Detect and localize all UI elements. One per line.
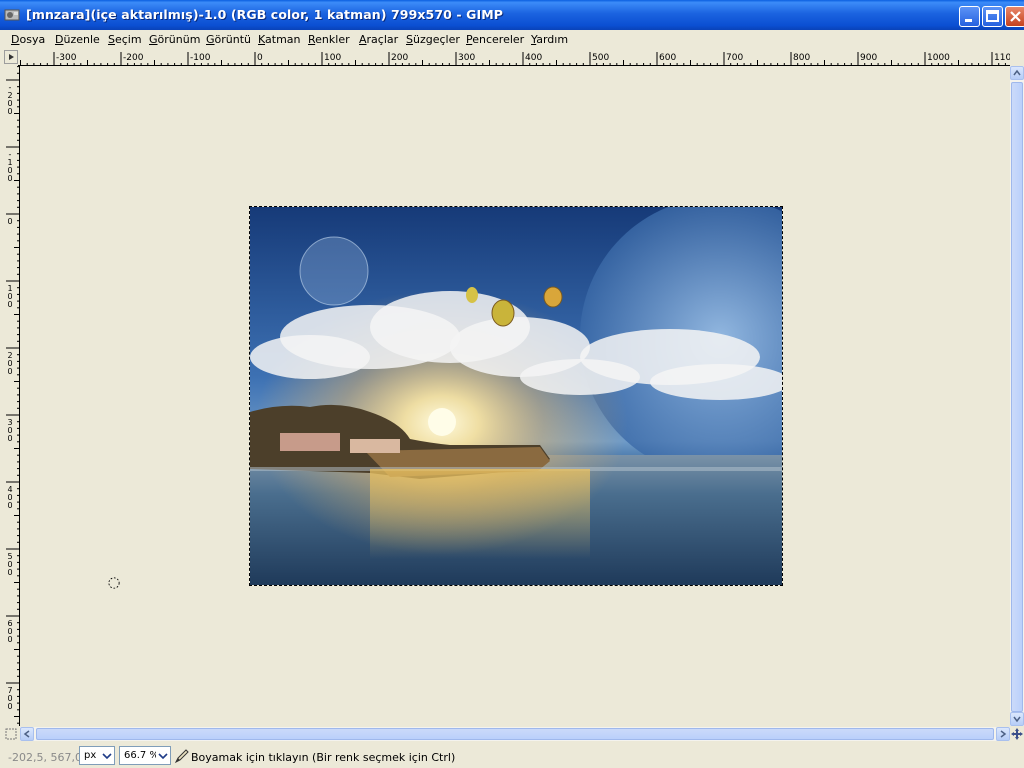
scroll-left-button[interactable] xyxy=(20,727,34,741)
menu-label: enkler xyxy=(315,33,350,46)
menu-label: örüntü xyxy=(214,33,252,46)
ruler-label: -100 xyxy=(190,53,211,63)
ruler-label: 300 xyxy=(7,418,13,443)
chevron-down-icon xyxy=(156,747,170,764)
maximize-icon xyxy=(986,10,999,22)
scroll-down-button[interactable] xyxy=(1010,712,1024,726)
horizontal-scroll-thumb[interactable] xyxy=(36,728,994,740)
ruler-label: 100 xyxy=(7,284,13,309)
horizontal-ruler-scale: -300 -200 -100 0 100 200 300 400 500 600 700 800 900… xyxy=(18,52,1010,66)
zoom-value: 66.7 % xyxy=(124,750,159,761)
menu-secim[interactable]: Seçim xyxy=(108,33,142,46)
status-bar: -202,5, 567,0 px 66.7 % Boyamak için tık… xyxy=(0,743,1024,768)
ruler-label: 1100 xyxy=(994,53,1010,63)
menu-yardim[interactable]: Yardım xyxy=(531,33,568,46)
ruler-label: 300 xyxy=(458,53,475,63)
menu-renkler[interactable]: Renkler xyxy=(308,33,350,46)
title-bar[interactable]: [mnzara](içe aktarılmış)-1.0 (RGB color,… xyxy=(0,0,1024,30)
menu-gorunum[interactable]: Görünüm xyxy=(149,33,200,46)
close-button[interactable] xyxy=(1005,6,1024,27)
ruler-label: 900 xyxy=(860,53,877,63)
ruler-label: 1000 xyxy=(927,53,950,63)
unit-selector[interactable]: px xyxy=(79,746,115,765)
minimize-icon xyxy=(965,19,972,22)
ruler-label: -200 xyxy=(7,83,13,116)
menu-katman[interactable]: Katman xyxy=(258,33,301,46)
menu-duzenle[interactable]: Düzenle xyxy=(55,33,100,46)
arrow-up-icon xyxy=(1013,69,1021,76)
menu-label: encereler xyxy=(472,33,525,46)
pencil-icon xyxy=(174,749,189,764)
ruler-label: -200 xyxy=(123,53,144,63)
menu-suzgecler[interactable]: Süzgeçler xyxy=(406,33,460,46)
navigate-button[interactable] xyxy=(1010,727,1024,741)
image-canvas[interactable] xyxy=(249,206,783,586)
arrow-left-icon xyxy=(23,730,30,738)
chevron-down-icon xyxy=(100,747,114,764)
ruler-label: 400 xyxy=(525,53,542,63)
ruler-label: 500 xyxy=(7,552,13,577)
zoom-selector[interactable]: 66.7 % xyxy=(119,746,171,765)
ruler-label: 700 xyxy=(7,686,13,711)
ruler-label: 700 xyxy=(726,53,743,63)
quick-mask-toggle[interactable] xyxy=(4,727,18,741)
ruler-label: 0 xyxy=(257,53,263,63)
menu-bar: Dosya Düzenle Seçim Görünüm Görüntü Katm… xyxy=(0,30,1024,50)
menu-label: örünüm xyxy=(157,33,201,46)
unit-value: px xyxy=(84,750,97,761)
canvas-area[interactable] xyxy=(20,66,1008,726)
menu-mnemonic: A xyxy=(359,33,367,46)
ruler-label: 600 xyxy=(7,619,13,644)
menu-mnemonic: G xyxy=(149,33,158,46)
vertical-scroll-thumb[interactable] xyxy=(1011,82,1023,712)
scroll-up-button[interactable] xyxy=(1010,66,1024,80)
ruler-label: 500 xyxy=(592,53,609,63)
gimp-icon[interactable] xyxy=(4,7,20,23)
menu-mnemonic: S xyxy=(406,33,413,46)
ruler-label: 0 xyxy=(7,217,13,226)
menu-label: raçlar xyxy=(366,33,399,46)
menu-label: ardım xyxy=(536,33,569,46)
menu-dosya[interactable]: Dosya xyxy=(11,33,45,46)
pointer-coordinates: -202,5, 567,0 xyxy=(8,751,82,764)
menu-pencereler[interactable]: Pencereler xyxy=(466,33,524,46)
ruler-label: 600 xyxy=(659,53,676,63)
menu-label: eçim xyxy=(114,33,142,46)
menu-goruntu[interactable]: Görüntü xyxy=(206,33,251,46)
menu-label: üzenle xyxy=(63,33,100,46)
window-title: [mnzara](içe aktarılmış)-1.0 (RGB color,… xyxy=(26,7,504,22)
ruler-corner-button[interactable] xyxy=(4,50,18,64)
arrow-right-icon xyxy=(9,54,14,60)
menu-label: osya xyxy=(19,33,46,46)
horizontal-ruler[interactable]: -300 -200 -100 0 100 200 300 400 500 600 700 800 900… xyxy=(18,50,1010,66)
vertical-ruler[interactable]: -200 -100 0 100 200 300 400 500 600 700 xyxy=(4,66,20,726)
arrow-right-icon xyxy=(1000,730,1007,738)
menu-label: atman xyxy=(265,33,301,46)
status-message: Boyamak için tıklayın (Bir renk seçmek i… xyxy=(191,751,456,764)
landscape-image xyxy=(250,207,782,585)
ruler-label: 400 xyxy=(7,485,13,510)
arrow-down-icon xyxy=(1013,716,1021,723)
vertical-scrollbar[interactable] xyxy=(1010,66,1024,726)
menu-araclar[interactable]: Araçlar xyxy=(359,33,398,46)
menu-mnemonic: K xyxy=(258,33,266,46)
horizontal-scrollbar[interactable] xyxy=(20,727,1010,741)
ruler-label: -300 xyxy=(56,53,77,63)
menu-mnemonic: S xyxy=(108,33,115,46)
move-cross-icon xyxy=(1011,728,1023,740)
menu-label: üzgeçler xyxy=(412,33,460,46)
maximize-button[interactable] xyxy=(982,6,1003,27)
ruler-label: 200 xyxy=(391,53,408,63)
minimize-button[interactable] xyxy=(959,6,980,27)
close-icon xyxy=(1010,11,1021,22)
ruler-label: -100 xyxy=(7,150,13,183)
brush-outline-cursor xyxy=(108,577,120,589)
quick-mask-icon xyxy=(5,728,17,740)
menu-mnemonic: G xyxy=(206,33,215,46)
scroll-right-button[interactable] xyxy=(996,727,1010,741)
ruler-label: 800 xyxy=(793,53,810,63)
ruler-label: 200 xyxy=(7,351,13,376)
ruler-label: 100 xyxy=(324,53,341,63)
